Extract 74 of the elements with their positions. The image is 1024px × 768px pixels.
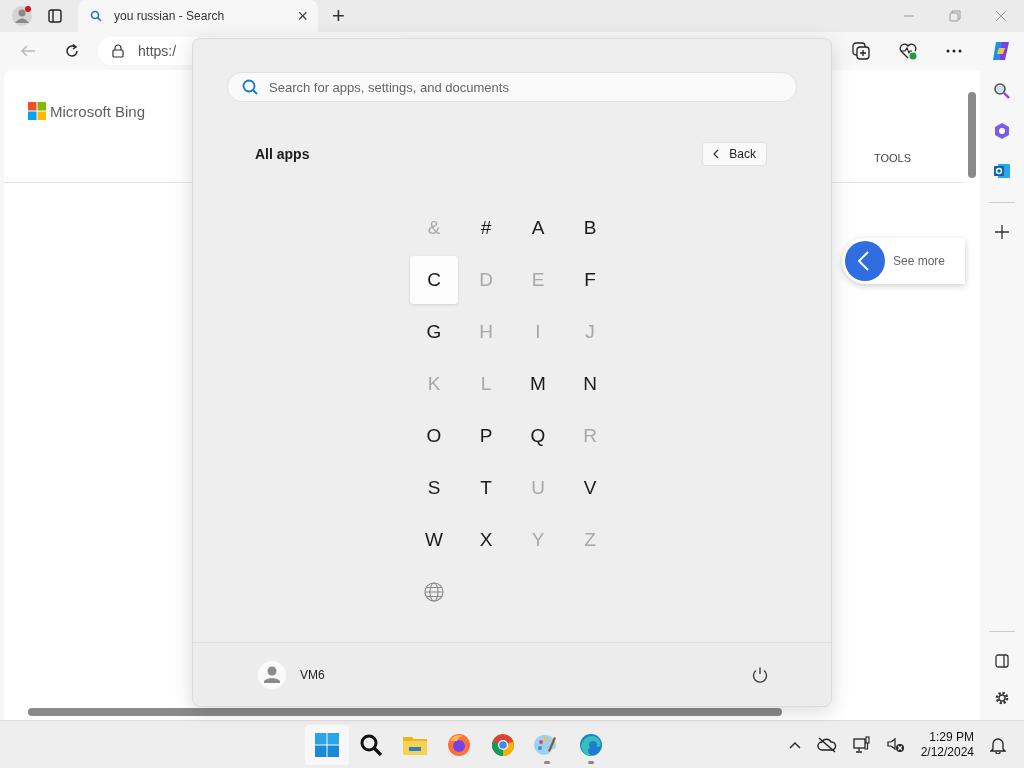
clock-date[interactable]: 2/12/2024 (920, 744, 974, 760)
letter-button: I (514, 308, 562, 356)
hexagon-app-icon[interactable] (993, 122, 1011, 140)
logo-text: Microsoft Bing (50, 102, 146, 120)
letter-button[interactable]: Q (514, 412, 562, 460)
user-avatar-icon (258, 660, 286, 689)
collections-icon[interactable] (852, 42, 870, 60)
letter-button[interactable]: X (462, 516, 510, 564)
network-icon[interactable] (852, 735, 871, 754)
profile-icon[interactable] (11, 5, 33, 27)
globe-icon[interactable] (424, 582, 444, 602)
letter-button[interactable]: A (514, 204, 562, 252)
search-field[interactable]: Search for apps, settings, and documents (227, 72, 797, 102)
letter-button[interactable]: T (462, 464, 510, 512)
letter-button: K (410, 360, 458, 408)
letter-button[interactable]: B (566, 204, 614, 252)
letter-button[interactable]: M (514, 360, 562, 408)
chevron-left-icon (713, 149, 720, 159)
add-icon[interactable] (995, 225, 1009, 239)
letter-button[interactable]: C (410, 256, 458, 304)
lock-icon (112, 44, 124, 58)
browser-tab[interactable]: you russian - Search × (78, 0, 318, 32)
section-heading: All apps (255, 146, 310, 162)
settings-icon[interactable] (994, 690, 1010, 706)
close-tab-button[interactable]: × (297, 5, 308, 27)
letter-button: U (514, 464, 562, 512)
letter-button[interactable]: W (410, 516, 458, 564)
letter-button[interactable]: F (566, 256, 614, 304)
letter-button[interactable]: O (410, 412, 458, 460)
search-icon[interactable] (359, 732, 384, 757)
new-tab-button[interactable]: + (326, 3, 351, 29)
cloud-off-icon[interactable] (816, 736, 837, 753)
letter-button: D (462, 256, 510, 304)
windows-start-icon[interactable] (315, 732, 340, 757)
volume-muted-icon[interactable] (886, 736, 905, 753)
chevron-up-icon[interactable] (788, 740, 801, 749)
chrome-icon[interactable] (491, 732, 516, 757)
power-icon[interactable] (751, 665, 769, 684)
copilot-icon[interactable] (990, 40, 1012, 62)
letter-button: E (514, 256, 562, 304)
letter-button[interactable]: # (462, 204, 510, 252)
mail-app-icon[interactable] (993, 162, 1011, 180)
clock-time[interactable]: 1:29 PM (929, 729, 974, 745)
fox-globe-icon[interactable] (447, 732, 472, 757)
search-icon (90, 10, 102, 22)
letter-button: J (566, 308, 614, 356)
letter-button: L (462, 360, 510, 408)
letter-button[interactable]: S (410, 464, 458, 512)
heart-pulse-icon[interactable] (898, 42, 918, 60)
letter-button: R (566, 412, 614, 460)
more-icon[interactable] (946, 49, 962, 53)
user-button[interactable]: VM6 (258, 660, 325, 689)
edge-icon[interactable] (579, 732, 604, 757)
letter-button: H (462, 308, 510, 356)
letter-button: Z (566, 516, 614, 564)
back-button[interactable]: Back (702, 142, 767, 166)
notification-bell-icon[interactable] (990, 735, 1006, 754)
search-icon[interactable] (993, 82, 1011, 100)
running-indicator (588, 760, 595, 764)
letter-button[interactable]: P (462, 412, 510, 460)
letter-button[interactable]: V (566, 464, 614, 512)
see-more-button[interactable]: See more (842, 238, 965, 284)
tab-actions-icon[interactable] (48, 9, 62, 23)
chevron-left-icon (845, 241, 885, 281)
windows-logo-icon (28, 102, 46, 120)
letter-button: Y (514, 516, 562, 564)
refresh-icon[interactable] (64, 43, 80, 59)
side-panel-icon[interactable] (995, 654, 1009, 668)
letter-button: & (410, 204, 458, 252)
letter-button[interactable]: N (566, 360, 614, 408)
search-icon (241, 78, 259, 96)
running-indicator (544, 760, 551, 764)
letter-button[interactable]: G (410, 308, 458, 356)
tools-tab[interactable]: TOOLS (873, 152, 911, 164)
